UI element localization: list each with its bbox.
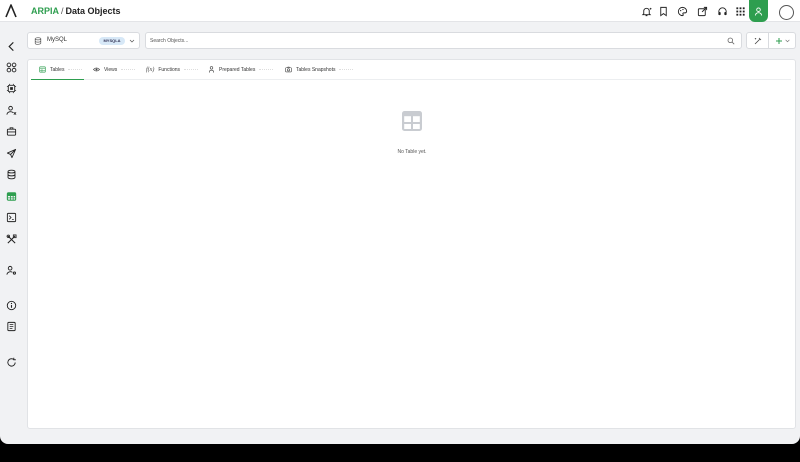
tab-functions[interactable]: f(x) Functions — [146, 67, 199, 80]
database-icon — [34, 37, 42, 45]
search-input[interactable] — [150, 36, 710, 46]
avatar[interactable] — [779, 5, 794, 20]
info-icon[interactable] — [5, 299, 17, 311]
chip-icon[interactable] — [5, 82, 17, 94]
breadcrumb-brand[interactable]: ARPIA — [31, 6, 59, 16]
user-icon — [754, 6, 763, 16]
database-name: MySQL — [47, 37, 68, 43]
plus-icon — [775, 37, 782, 44]
table-icon — [39, 66, 46, 73]
apps-icon[interactable] — [5, 61, 17, 73]
function-icon: f(x) — [146, 67, 155, 73]
headset-icon[interactable] — [716, 5, 728, 17]
tab-divider — [339, 69, 354, 70]
tab-label: Functions — [158, 67, 181, 73]
search-icon[interactable] — [727, 37, 735, 45]
tab-tables-snapshots[interactable]: Tables Snapshots — [285, 66, 354, 80]
breadcrumb-separator: / — [61, 6, 64, 16]
tab-divider — [184, 69, 199, 70]
tab-label: Tables Snapshots — [296, 67, 336, 73]
user-settings-icon[interactable] — [5, 104, 17, 116]
refresh-icon[interactable] — [5, 356, 17, 368]
tab-views[interactable]: Views — [93, 67, 136, 80]
apps-grid-icon[interactable] — [734, 5, 746, 17]
send-icon[interactable] — [5, 147, 17, 159]
palette-icon[interactable] — [676, 5, 688, 17]
add-object-button[interactable] — [769, 32, 796, 49]
tab-label: Tables — [50, 67, 65, 73]
object-tabs: Tables Views f(x) Functions Prepared Tab… — [31, 64, 791, 80]
magic-tools-button[interactable] — [746, 32, 769, 49]
breadcrumb: ARPIA / Data Objects — [31, 6, 121, 16]
book-icon[interactable] — [5, 320, 17, 332]
user-gear-icon[interactable] — [5, 264, 17, 276]
tab-tables[interactable]: Tables — [31, 66, 84, 80]
search-box — [145, 32, 742, 49]
tab-divider — [121, 69, 136, 70]
terminal-icon[interactable] — [5, 211, 17, 223]
tab-label: Prepared Tables — [219, 67, 256, 73]
database-icon[interactable] — [5, 168, 17, 180]
tab-label: Views — [104, 67, 118, 73]
empty-table-icon — [402, 111, 422, 131]
bell-icon[interactable] — [640, 5, 652, 17]
tools-icon[interactable] — [5, 233, 17, 245]
bookmark-icon[interactable] — [657, 5, 669, 17]
arpia-logo-icon[interactable] — [5, 4, 17, 18]
tab-divider — [259, 69, 274, 70]
top-bar: ARPIA / Data Objects — [0, 0, 800, 22]
chevron-down-icon — [129, 39, 135, 43]
page-title: Data Objects — [65, 6, 121, 16]
sidebar — [0, 22, 22, 444]
back-arrow-icon[interactable] — [5, 40, 17, 52]
objects-panel: Tables Views f(x) Functions Prepared Tab… — [27, 59, 796, 429]
wand-icon — [754, 37, 761, 44]
toolbox-icon[interactable] — [5, 125, 17, 137]
camera-icon — [285, 66, 292, 73]
empty-state-message: No Table yet. — [397, 149, 427, 155]
app-window: ARPIA / Data Objects MySQL MYSQLA Search… — [0, 0, 800, 444]
eye-icon — [93, 67, 100, 72]
tab-divider — [68, 69, 83, 70]
share-icon[interactable] — [696, 5, 708, 17]
person-icon — [209, 66, 214, 73]
tab-prepared-tables[interactable]: Prepared Tables — [208, 66, 274, 80]
user-menu-button[interactable] — [749, 0, 768, 22]
table-icon[interactable] — [5, 190, 17, 202]
database-badge: MYSQLA — [99, 37, 125, 45]
chevron-down-icon — [784, 39, 790, 43]
